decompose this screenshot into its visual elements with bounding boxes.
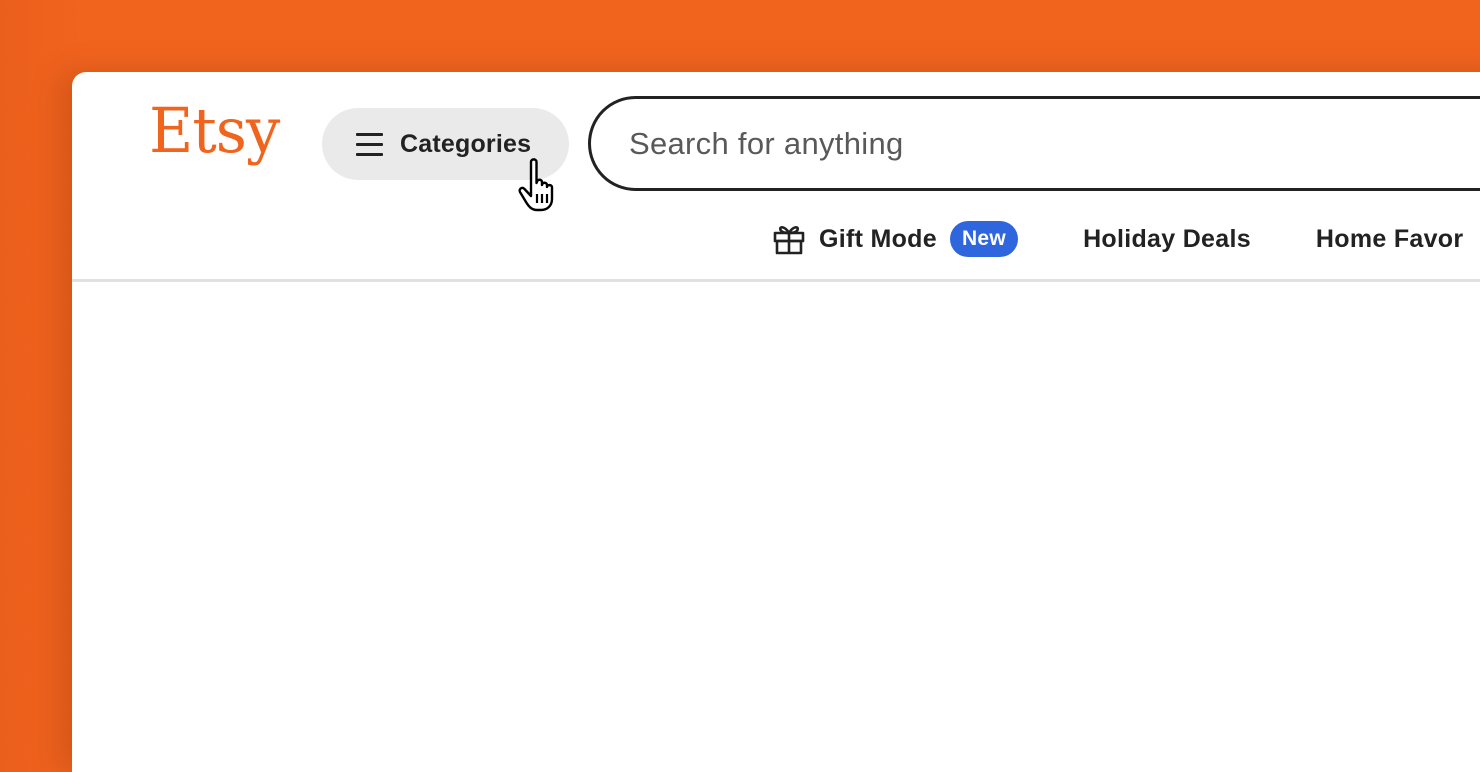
gift-mode-link[interactable]: Gift Mode New	[772, 221, 1019, 257]
etsy-logo[interactable]: Etsy	[149, 100, 280, 162]
hamburger-icon	[356, 133, 383, 156]
hand-pointer-cursor-icon	[518, 158, 554, 212]
home-favorites-link[interactable]: Home Favor	[1316, 225, 1463, 254]
categories-label: Categories	[400, 129, 532, 158]
header-divider	[72, 279, 1480, 282]
new-badge: New	[949, 221, 1019, 257]
gift-icon	[773, 226, 805, 255]
search-bar[interactable]	[588, 96, 1480, 191]
secondary-nav: Gift Mode New Holiday Deals Home Favor	[772, 218, 1463, 260]
holiday-deals-link[interactable]: Holiday Deals	[1083, 225, 1251, 254]
gift-mode-label: Gift Mode	[819, 224, 937, 253]
search-input[interactable]	[629, 125, 1329, 162]
browser-window: Etsy Categories Gift Mode New Holiday De…	[72, 72, 1480, 772]
